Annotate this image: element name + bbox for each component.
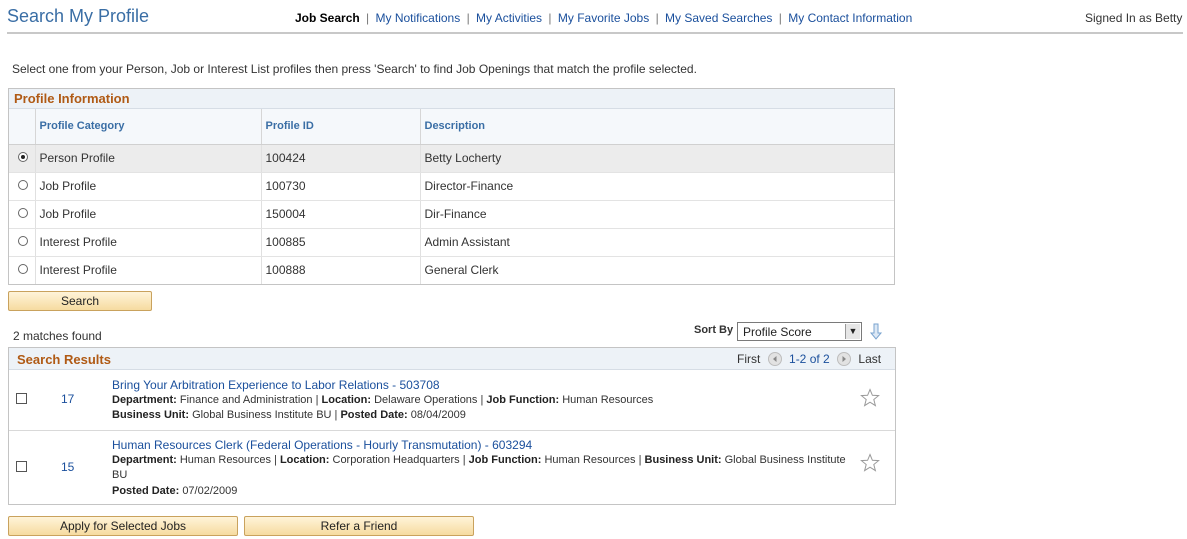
job-location: Corporation Headquarters	[332, 454, 460, 466]
profile-description-cell: Dir-Finance	[420, 200, 894, 229]
job-posted-date: 08/04/2009	[410, 409, 466, 421]
pager-range: 1-2 of 2	[789, 352, 830, 366]
select-job-checkbox[interactable]	[16, 461, 27, 472]
profile-section-title: Profile Information	[9, 89, 894, 109]
job-details: Department: Human Resources | Location: …	[112, 454, 846, 497]
profile-category-cell: Job Profile	[35, 172, 262, 201]
job-function: Human Resources	[562, 394, 654, 406]
job-location: Delaware Operations	[374, 394, 478, 406]
results-pager: First 1-2 of 2 Last	[737, 352, 881, 366]
matches-count: 2 matches found	[13, 329, 102, 343]
profile-row[interactable]: Job Profile 100730 Director-Finance	[9, 172, 894, 201]
profile-description-cell: Betty Locherty	[420, 144, 894, 173]
sort-by-value: Profile Score	[743, 325, 812, 339]
profile-id-cell: 100885	[261, 228, 421, 257]
profile-category-cell: Interest Profile	[35, 256, 262, 284]
nav-separator: |	[655, 11, 659, 25]
profile-id-cell: 100888	[261, 256, 421, 284]
search-results-panel: Search Results First 1-2 of 2 Last 17 Br…	[8, 347, 896, 505]
profile-radio-selected[interactable]	[18, 152, 28, 162]
profile-row[interactable]: Job Profile 150004 Dir-Finance	[9, 200, 894, 229]
favorite-star-icon[interactable]	[860, 388, 880, 408]
instructions-text: Select one from your Person, Job or Inte…	[12, 62, 697, 76]
next-page-icon[interactable]	[837, 352, 852, 366]
header-divider	[7, 32, 1183, 34]
nav-separator: |	[548, 11, 552, 25]
profile-row[interactable]: Interest Profile 100888 General Clerk	[9, 256, 894, 284]
profile-row[interactable]: Person Profile 100424 Betty Locherty	[9, 144, 894, 173]
profile-score[interactable]: 15	[61, 460, 74, 474]
job-posted-date: 07/02/2009	[182, 485, 238, 497]
pager-last[interactable]: Last	[858, 352, 881, 366]
nav-my-contact-information[interactable]: My Contact Information	[788, 11, 912, 25]
profile-table: Profile Category Profile ID Description …	[9, 109, 894, 284]
nav-separator: |	[466, 11, 470, 25]
dropdown-arrow-icon[interactable]: ▼	[845, 324, 860, 339]
job-function: Human Resources	[544, 454, 636, 466]
job-details: Department: Finance and Administration |…	[112, 394, 654, 421]
profile-id-cell: 150004	[261, 200, 421, 229]
select-job-checkbox[interactable]	[16, 393, 27, 404]
nav-my-saved-searches[interactable]: My Saved Searches	[665, 11, 772, 25]
previous-page-icon[interactable]	[767, 352, 782, 366]
job-department: Human Resources	[179, 454, 271, 466]
profile-description-cell: General Clerk	[424, 263, 499, 278]
profile-description-cell: Director-Finance	[420, 172, 894, 201]
profile-score[interactable]: 17	[61, 392, 74, 406]
profile-information-grid: Profile Information Profile Category Pro…	[8, 88, 895, 285]
profile-radio[interactable]	[18, 208, 28, 218]
favorite-star-icon[interactable]	[860, 453, 880, 473]
top-navigation: Job Search | My Notifications | My Activ…	[295, 11, 912, 25]
profile-radio[interactable]	[18, 180, 28, 190]
page-title: Search My Profile	[7, 6, 150, 26]
profile-category-cell: Job Profile	[35, 200, 262, 229]
profile-description-cell: Admin Assistant	[420, 228, 894, 257]
pager-first[interactable]: First	[737, 352, 760, 366]
result-row: 17 Bring Your Arbitration Experience to …	[9, 371, 895, 431]
profile-radio[interactable]	[18, 264, 28, 275]
sort-descending-icon[interactable]	[869, 323, 883, 341]
sort-by-label: Sort By	[694, 324, 734, 336]
search-results-header: Search Results First 1-2 of 2 Last	[9, 348, 895, 370]
select-column-header	[9, 109, 36, 145]
search-results-title: Search Results	[17, 352, 111, 367]
sort-by-select[interactable]: Profile Score ▼	[737, 322, 862, 341]
result-row: 15 Human Resources Clerk (Federal Operat…	[9, 432, 895, 504]
nav-my-activities[interactable]: My Activities	[476, 11, 542, 25]
job-title-link[interactable]: Human Resources Clerk (Federal Operation…	[112, 438, 532, 452]
nav-my-favorite-jobs[interactable]: My Favorite Jobs	[558, 11, 649, 25]
profile-id-cell: 100424	[261, 144, 421, 173]
apply-for-selected-jobs-button[interactable]: Apply for Selected Jobs	[8, 516, 238, 536]
job-business-unit: Global Business Institute BU	[192, 409, 332, 421]
column-header-profile-id[interactable]: Profile ID	[261, 109, 421, 145]
nav-my-notifications[interactable]: My Notifications	[376, 11, 461, 25]
column-header-profile-category[interactable]: Profile Category	[35, 109, 262, 145]
job-title-link[interactable]: Bring Your Arbitration Experience to Lab…	[112, 378, 440, 392]
nav-separator: |	[778, 11, 782, 25]
signed-in-text: Signed In as Betty	[1085, 11, 1183, 25]
profile-row[interactable]: Interest Profile 100885 Admin Assistant	[9, 228, 894, 257]
column-header-description[interactable]: Description	[420, 109, 894, 145]
refer-a-friend-button[interactable]: Refer a Friend	[244, 516, 474, 536]
profile-table-header: Profile Category Profile ID Description	[9, 109, 894, 145]
profile-radio[interactable]	[18, 236, 28, 246]
search-button[interactable]: Search	[8, 291, 152, 311]
nav-separator: |	[366, 11, 370, 25]
profile-id-cell: 100730	[261, 172, 421, 201]
nav-job-search[interactable]: Job Search	[295, 11, 360, 25]
profile-category-cell: Person Profile	[35, 144, 262, 173]
job-department: Finance and Administration	[179, 394, 313, 406]
profile-category-cell: Interest Profile	[35, 228, 262, 257]
